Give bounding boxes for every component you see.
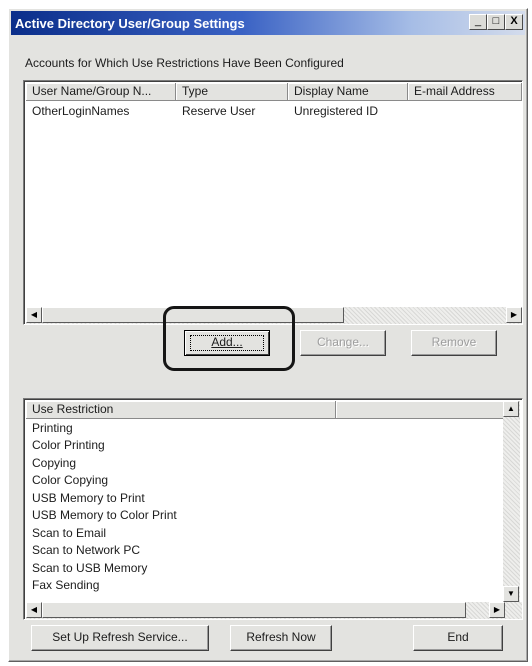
close-button[interactable]: X (505, 14, 523, 30)
accounts-list[interactable]: User Name/Group N... Type Display Name E… (23, 80, 523, 325)
column-header-use-restriction[interactable]: Use Restriction (26, 401, 336, 419)
column-header-user-name[interactable]: User Name/Group N... (26, 83, 176, 101)
refresh-now-button[interactable]: Refresh Now (230, 625, 332, 651)
list-item[interactable]: Color Printing (32, 438, 105, 452)
scroll-right-icon[interactable]: ▶ (506, 307, 522, 323)
scroll-left-icon[interactable]: ◀ (26, 307, 42, 323)
list-item[interactable]: Scan to USB Memory (32, 561, 147, 575)
column-header-type[interactable]: Type (176, 83, 288, 101)
restrictions-horizontal-scrollbar[interactable]: ◀ ▶ (26, 602, 522, 619)
column-header-display-name[interactable]: Display Name (288, 83, 408, 101)
end-button[interactable]: End (413, 625, 503, 651)
title-bar[interactable]: Active Directory User/Group Settings _ □… (11, 11, 525, 35)
scroll-right-icon[interactable]: ▶ (489, 602, 505, 618)
add-button-highlight (163, 306, 295, 371)
table-row[interactable]: OtherLoginNames Reserve User Unregistere… (26, 103, 522, 120)
row-type: Reserve User (182, 104, 256, 118)
list-item[interactable]: USB Memory to Print (32, 491, 145, 505)
list-item[interactable]: Fax Sending (32, 578, 99, 592)
list-item[interactable]: Printing (32, 421, 73, 435)
list-item[interactable]: Scan to Network PC (32, 543, 140, 557)
accounts-section-label: Accounts for Which Use Restrictions Have… (25, 56, 344, 70)
maximize-button[interactable]: □ (487, 14, 505, 30)
column-header-blank[interactable] (336, 401, 504, 419)
list-item[interactable]: USB Memory to Color Print (32, 508, 177, 522)
list-item[interactable]: Copying (32, 456, 76, 470)
minimize-button[interactable]: _ (469, 14, 487, 30)
change-button[interactable]: Change... (300, 330, 386, 356)
remove-button[interactable]: Remove (411, 330, 497, 356)
scroll-down-icon[interactable]: ▼ (503, 586, 519, 602)
list-item[interactable]: Color Copying (32, 473, 108, 487)
scrollbar-thumb[interactable] (42, 602, 466, 618)
row-user-name: OtherLoginNames (32, 104, 130, 118)
set-up-refresh-service-button[interactable]: Set Up Refresh Service... (31, 625, 209, 651)
use-restriction-list[interactable]: Use Restriction Printing Color Printing … (23, 398, 523, 620)
row-display-name: Unregistered ID (294, 104, 379, 118)
column-header-email[interactable]: E-mail Address (408, 83, 522, 101)
list-item[interactable]: Scan to Email (32, 526, 106, 540)
scroll-left-icon[interactable]: ◀ (26, 602, 42, 618)
window-title: Active Directory User/Group Settings (15, 16, 245, 31)
restrictions-vertical-scrollbar[interactable]: ▲ ▼ (503, 401, 520, 602)
scroll-up-icon[interactable]: ▲ (503, 401, 519, 417)
